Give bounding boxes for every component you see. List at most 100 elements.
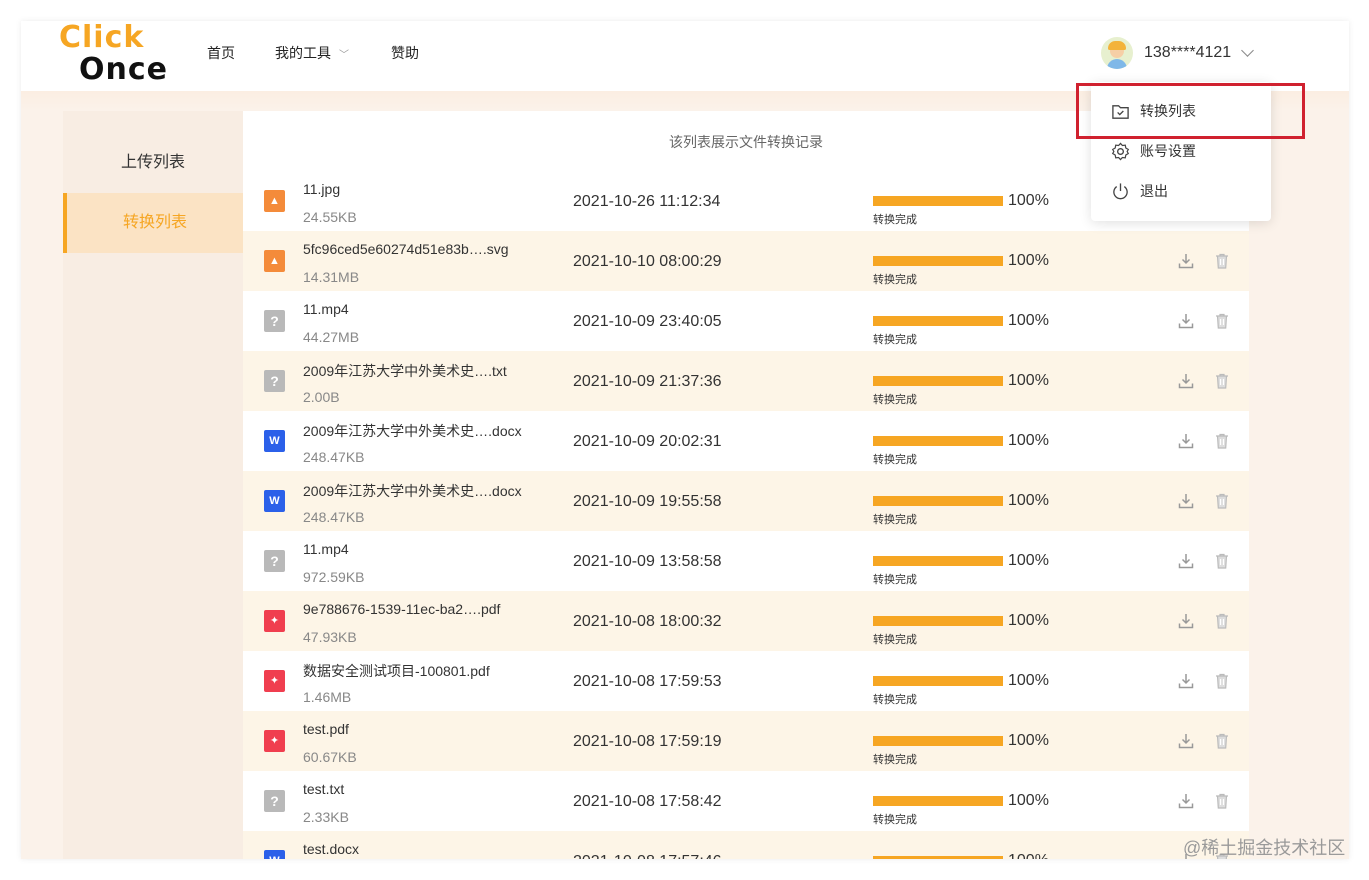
file-size: 248.47KB xyxy=(303,449,365,465)
progress-bar-fill xyxy=(873,796,1003,806)
gear-icon xyxy=(1111,142,1130,160)
status-text: 转换完成 xyxy=(873,574,917,586)
download-icon[interactable] xyxy=(1176,611,1196,631)
convert-time: 2021-10-09 20:02:31 xyxy=(573,433,722,450)
download-icon[interactable] xyxy=(1176,371,1196,391)
sidebar: 上传列表 转换列表 xyxy=(63,111,243,859)
download-icon[interactable] xyxy=(1176,251,1196,271)
file-size: 47.93KB xyxy=(303,629,357,645)
image-file-icon: ▲ xyxy=(264,250,285,272)
user-name: 138****4121 xyxy=(1144,44,1232,61)
progress-percent: 100% xyxy=(1008,792,1049,809)
file-name: 5fc96ced5e60274d51e83b….svg xyxy=(303,241,509,257)
file-name: 11.jpg xyxy=(303,181,341,197)
user-menu-trigger[interactable]: 138****4121 xyxy=(1101,36,1255,70)
sidebar-item-upload-list[interactable]: 上传列表 xyxy=(63,133,243,193)
progress-bar-fill xyxy=(873,856,1003,859)
trash-icon[interactable] xyxy=(1212,671,1232,691)
table-row[interactable]: Wtest.docx 2021-10-08 17:57:46 100% xyxy=(243,831,1249,859)
trash-icon[interactable] xyxy=(1212,611,1232,631)
file-size: 24.55KB xyxy=(303,209,357,225)
progress-bar xyxy=(873,496,1003,506)
nav-my-tools-label: 我的工具 xyxy=(275,45,331,61)
progress-bar-fill xyxy=(873,556,1003,566)
unknown-file-icon: ? xyxy=(264,550,285,572)
menu-item-account-settings-label: 账号设置 xyxy=(1140,143,1196,159)
progress-bar xyxy=(873,856,1003,859)
progress-bar xyxy=(873,796,1003,806)
progress-bar xyxy=(873,436,1003,446)
file-name: 数据安全测试项目-100801.pdf xyxy=(303,663,490,679)
word-file-icon: W xyxy=(264,850,285,859)
unknown-file-icon: ? xyxy=(264,790,285,812)
trash-icon[interactable] xyxy=(1212,371,1232,391)
table-row[interactable]: ✦ 数据安全测试项目-100801.pdf 1.46MB 2021-10-08 17:… xyxy=(243,651,1249,711)
trash-icon[interactable] xyxy=(1212,311,1232,331)
status-text: 转换完成 xyxy=(873,274,917,286)
table-row[interactable]: ? 11.mp4 44.27MB 2021-10-09 23:40:05 100% 转换完… xyxy=(243,291,1249,351)
download-icon[interactable] xyxy=(1176,731,1196,751)
convert-time: 2021-10-08 17:59:53 xyxy=(573,673,722,690)
progress-bar xyxy=(873,376,1003,386)
convert-time: 2021-10-08 18:00:32 xyxy=(573,613,722,630)
trash-icon[interactable] xyxy=(1212,431,1232,451)
progress-percent: 100% xyxy=(1008,192,1049,209)
table-row[interactable]: W 2009年江苏大学中外美术史….docx 248.47KB 2021-10-09 … xyxy=(243,471,1249,531)
progress-bar-fill xyxy=(873,616,1003,626)
image-file-icon: ▲ xyxy=(264,190,285,212)
progress-bar xyxy=(873,556,1003,566)
status-text: 转换完成 xyxy=(873,514,917,526)
progress-percent: 100% xyxy=(1008,372,1049,389)
top-navbar: Click Once 首页 我的工具 ﹀ 赞助 138****4121 xyxy=(21,21,1349,91)
download-icon[interactable] xyxy=(1176,491,1196,511)
status-text: 转换完成 xyxy=(873,334,917,346)
table-row[interactable]: ? 11.mp4 972.59KB 2021-10-09 13:58:58 100% 转换… xyxy=(243,531,1249,591)
nav-home[interactable]: 首页 xyxy=(207,43,235,63)
trash-icon[interactable] xyxy=(1212,251,1232,271)
progress-percent: 100% xyxy=(1008,552,1049,569)
table-row[interactable]: W 2009年江苏大学中外美术史….docx 248.47KB 2021-10-09 … xyxy=(243,411,1249,471)
file-name: 2009年江苏大学中外美术史….txt xyxy=(303,363,507,379)
file-name: 9e788676-1539-11ec-ba2….pdf xyxy=(303,601,501,617)
file-size: 44.27MB xyxy=(303,329,360,345)
chevron-down-icon xyxy=(1241,44,1255,57)
table-row[interactable]: ? 2009年江苏大学中外美术史….txt 2.00B 2021-10-09 21:3… xyxy=(243,351,1249,411)
trash-icon[interactable] xyxy=(1212,731,1232,751)
menu-item-logout[interactable]: 退出 xyxy=(1091,171,1271,211)
table-row[interactable]: ? test.txt 2.33KB 2021-10-08 17:58:42 100% 转换… xyxy=(243,771,1249,831)
status-text: 转换完成 xyxy=(873,394,917,406)
word-file-icon: W xyxy=(264,490,285,512)
progress-bar xyxy=(873,256,1003,266)
convert-time: 2021-10-09 21:37:36 xyxy=(573,373,722,390)
nav-sponsor[interactable]: 赞助 xyxy=(391,43,419,63)
download-icon[interactable] xyxy=(1176,431,1196,451)
progress-bar-fill xyxy=(873,436,1003,446)
download-icon[interactable] xyxy=(1176,551,1196,571)
file-size: 2.00B xyxy=(303,389,340,405)
convert-time: 2021-10-09 19:55:58 xyxy=(573,493,722,510)
download-icon[interactable] xyxy=(1176,311,1196,331)
progress-bar-fill xyxy=(873,316,1003,326)
progress-percent: 100% xyxy=(1008,252,1049,269)
trash-icon[interactable] xyxy=(1212,491,1232,511)
nav-my-tools[interactable]: 我的工具 ﹀ xyxy=(275,43,349,63)
progress-percent: 100% xyxy=(1008,672,1049,689)
download-icon[interactable] xyxy=(1176,791,1196,811)
status-text: 转换完成 xyxy=(873,214,917,226)
unknown-file-icon: ? xyxy=(264,310,285,332)
sidebar-item-convert-list[interactable]: 转换列表 xyxy=(63,193,243,253)
trash-icon[interactable] xyxy=(1212,551,1232,571)
table-row[interactable]: ✦ 9e788676-1539-11ec-ba2….pdf 47.93KB 2021-… xyxy=(243,591,1249,651)
table-row[interactable]: ✦ test.pdf 60.67KB 2021-10-08 17:59:19 100% 转… xyxy=(243,711,1249,771)
file-name: 2009年江苏大学中外美术史….docx xyxy=(303,423,522,439)
pdf-file-icon: ✦ xyxy=(264,670,285,692)
clickonce-logo[interactable]: Click Once xyxy=(59,23,169,87)
chevron-down-icon: ﹀ xyxy=(339,50,349,61)
progress-percent: 100% xyxy=(1008,312,1049,329)
progress-percent: 100% xyxy=(1008,432,1049,449)
table-row[interactable]: ▲ 5fc96ced5e60274d51e83b….svg 14.31MB 2021-… xyxy=(243,231,1249,291)
trash-icon[interactable] xyxy=(1212,791,1232,811)
convert-time: 2021-10-08 17:57:46 xyxy=(573,853,722,859)
download-icon[interactable] xyxy=(1176,671,1196,691)
status-text: 转换完成 xyxy=(873,634,917,646)
